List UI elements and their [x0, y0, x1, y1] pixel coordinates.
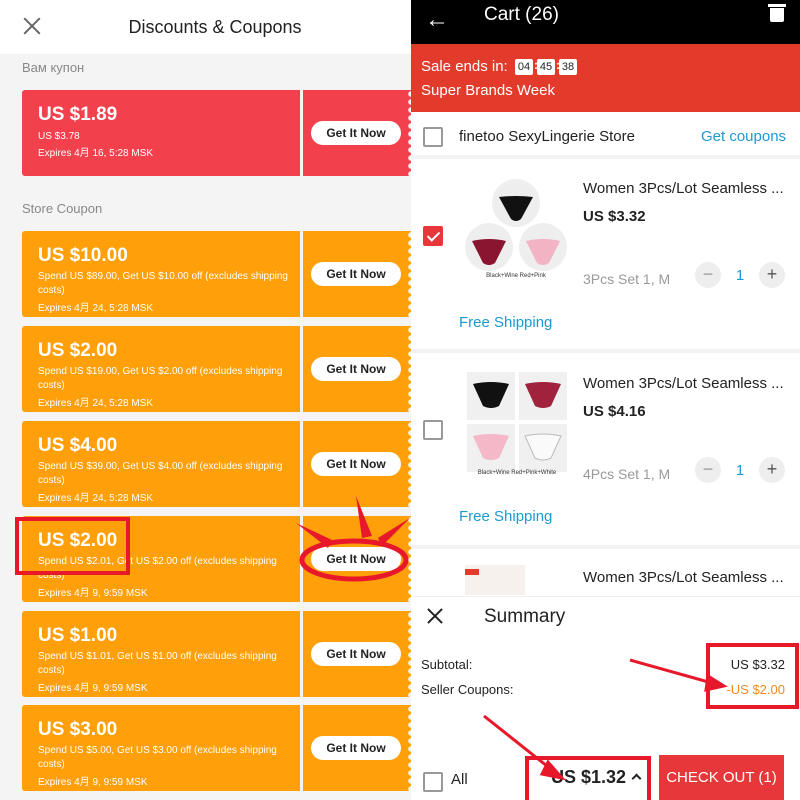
- cart-title: Cart (26): [484, 4, 559, 25]
- coupon-amount: US $2.00: [38, 340, 118, 361]
- product-checkbox[interactable]: [423, 420, 443, 440]
- get-it-now-button[interactable]: Get It Now: [311, 736, 401, 760]
- coupon-expires: Expires 4月 24, 5:28 MSK: [38, 303, 154, 314]
- summary-title: Summary: [484, 606, 566, 627]
- coupon-desc: Spend US $1.01, Get US $1.00 off (exclud…: [38, 651, 277, 676]
- divider: [411, 155, 800, 159]
- highlight-box: [525, 756, 651, 800]
- coupons-header: Discounts & Coupons: [0, 0, 411, 54]
- store-coupon: US $4.00 Spend US $39.00, Get US $4.00 o…: [22, 421, 411, 507]
- store-coupon: US $3.00 Spend US $5.00, Get US $3.00 of…: [22, 705, 411, 791]
- qty-plus-button[interactable]: +: [759, 262, 785, 288]
- coupon-desc: Spend US $19.00, Get US $2.00 off (exclu…: [38, 366, 283, 391]
- qty-plus-button[interactable]: +: [759, 457, 785, 483]
- back-arrow-icon[interactable]: ←: [425, 6, 449, 34]
- product-variant[interactable]: 3Pcs Set 1, M: [583, 271, 670, 287]
- cart-topbar: ← Cart (26): [411, 0, 800, 44]
- coupon-action-area: Get It Now: [303, 421, 411, 507]
- free-shipping-label: Free Shipping: [459, 508, 553, 525]
- coupon-desc: Spend US $5.00, Get US $3.00 off (exclud…: [38, 745, 277, 770]
- coupon-amount: US $1.00: [38, 625, 118, 646]
- section-user-coupon: Вам купон: [22, 60, 85, 75]
- get-it-now-button[interactable]: Get It Now: [311, 357, 401, 381]
- coupon-body: US $3.00 Spend US $5.00, Get US $3.00 of…: [22, 705, 300, 791]
- coupon-expires: Expires 4月 16, 5:28 MSK: [38, 148, 154, 159]
- trash-icon[interactable]: [768, 4, 786, 22]
- coupon-action-area: Get It Now: [303, 231, 411, 317]
- coupon-action-area: Get It Now: [303, 611, 411, 697]
- product-price: US $4.16: [583, 403, 646, 420]
- store-coupon: US $1.00 Spend US $1.01, Get US $1.00 of…: [22, 611, 411, 697]
- coupon-action-area: Get It Now: [303, 90, 411, 176]
- timer-hours: 04: [515, 59, 533, 75]
- get-it-now-button[interactable]: Get It Now: [311, 642, 401, 666]
- coupons-title: Discounts & Coupons: [128, 17, 302, 37]
- store-name: finetoo SexyLingerie Store: [459, 128, 635, 145]
- coupon-body: US $1.89 US $3.78 Expires 4月 16, 5:28 MS…: [22, 90, 300, 176]
- highlight-box: [706, 643, 799, 709]
- free-shipping-label: Free Shipping: [459, 314, 553, 331]
- checkout-button[interactable]: CHECK OUT (1): [659, 755, 784, 800]
- sale-subtitle: Super Brands Week: [421, 82, 555, 99]
- image-caption: Black+Wine Red+Pink: [486, 273, 546, 279]
- store-coupon: US $2.00 Spend US $19.00, Get US $2.00 o…: [22, 326, 411, 412]
- timer-minutes: 45: [537, 59, 555, 75]
- product-checkbox[interactable]: [423, 226, 443, 246]
- user-coupon: US $1.89 US $3.78 Expires 4月 16, 5:28 MS…: [22, 90, 411, 176]
- sale-banner: [411, 44, 800, 112]
- get-it-now-button[interactable]: Get It Now: [311, 547, 401, 571]
- coupon-expires: Expires 4月 24, 5:28 MSK: [38, 398, 154, 409]
- coupon-body: US $2.00 Spend US $19.00, Get US $2.00 o…: [22, 326, 300, 412]
- get-it-now-button[interactable]: Get It Now: [311, 121, 401, 145]
- product-variant[interactable]: 4Pcs Set 1, M: [583, 466, 670, 482]
- subtotal-label: Subtotal:: [421, 657, 473, 672]
- product-image[interactable]: [465, 565, 525, 595]
- coupon-action-area: Get It Now: [303, 326, 411, 412]
- get-coupons-link[interactable]: Get coupons: [701, 128, 786, 145]
- coupon-body: US $1.00 Spend US $1.01, Get US $1.00 of…: [22, 611, 300, 697]
- qty-minus-button[interactable]: −: [695, 457, 721, 483]
- product-title[interactable]: Women 3Pcs/Lot Seamless ...: [583, 569, 784, 586]
- coupon-amount: US $4.00: [38, 435, 118, 456]
- timer-seconds: 38: [559, 59, 577, 75]
- divider: [411, 545, 800, 549]
- qty-value: 1: [735, 267, 745, 284]
- coupon-amount: US $10.00: [38, 245, 128, 266]
- product-title[interactable]: Women 3Pcs/Lot Seamless ...: [583, 375, 784, 392]
- sale-label: Sale ends in:: [421, 58, 508, 75]
- section-store-coupon: Store Coupon: [22, 201, 103, 216]
- select-all-checkbox[interactable]: [423, 772, 443, 792]
- product-title[interactable]: Women 3Pcs/Lot Seamless ...: [583, 180, 784, 197]
- coupon-body: US $4.00 Spend US $39.00, Get US $4.00 o…: [22, 421, 300, 507]
- get-it-now-button[interactable]: Get It Now: [311, 262, 401, 286]
- product-image[interactable]: Black+Wine Red+Pink: [461, 175, 571, 290]
- coupon-amount: US $3.00: [38, 719, 118, 740]
- select-all-label: All: [451, 771, 468, 788]
- store-coupon: US $10.00 Spend US $89.00, Get US $10.00…: [22, 231, 411, 317]
- qty-minus-button[interactable]: −: [695, 262, 721, 288]
- divider: [411, 349, 800, 353]
- get-it-now-button[interactable]: Get It Now: [311, 452, 401, 476]
- coupon-action-area: Get It Now: [303, 705, 411, 791]
- coupon-expires: Expires 4月 9, 9:59 MSK: [38, 777, 148, 788]
- coupon-expires: Expires 4月 9, 9:59 MSK: [38, 588, 148, 599]
- image-caption: Black+Wine Red+Pink+White: [477, 470, 557, 476]
- store-checkbox[interactable]: [423, 127, 443, 147]
- product-image[interactable]: Black+Wine Red+Pink+White: [465, 370, 575, 485]
- coupon-desc: Spend US $89.00, Get US $10.00 off (excl…: [38, 271, 288, 296]
- seller-coupons-label: Seller Coupons:: [421, 682, 514, 697]
- coupon-amount: US $1.89: [38, 104, 118, 125]
- highlight-box: [15, 517, 130, 575]
- coupon-body: US $10.00 Spend US $89.00, Get US $10.00…: [22, 231, 300, 317]
- qty-value: 1: [735, 462, 745, 479]
- product-price: US $3.32: [583, 208, 646, 225]
- coupon-desc: US $3.78: [38, 131, 80, 142]
- cart-panel: ← Cart (26) Sale ends in: 04 : 45 : 38 S…: [411, 0, 800, 800]
- close-summary-icon[interactable]: [425, 606, 445, 626]
- coupon-expires: Expires 4月 9, 9:59 MSK: [38, 683, 148, 694]
- coupon-expires: Expires 4月 24, 5:28 MSK: [38, 493, 154, 504]
- coupon-action-area: Get It Now: [303, 516, 411, 602]
- coupons-panel: Discounts & Coupons Вам купон US $1.89 U…: [0, 0, 411, 800]
- coupon-desc: Spend US $39.00, Get US $4.00 off (exclu…: [38, 461, 283, 486]
